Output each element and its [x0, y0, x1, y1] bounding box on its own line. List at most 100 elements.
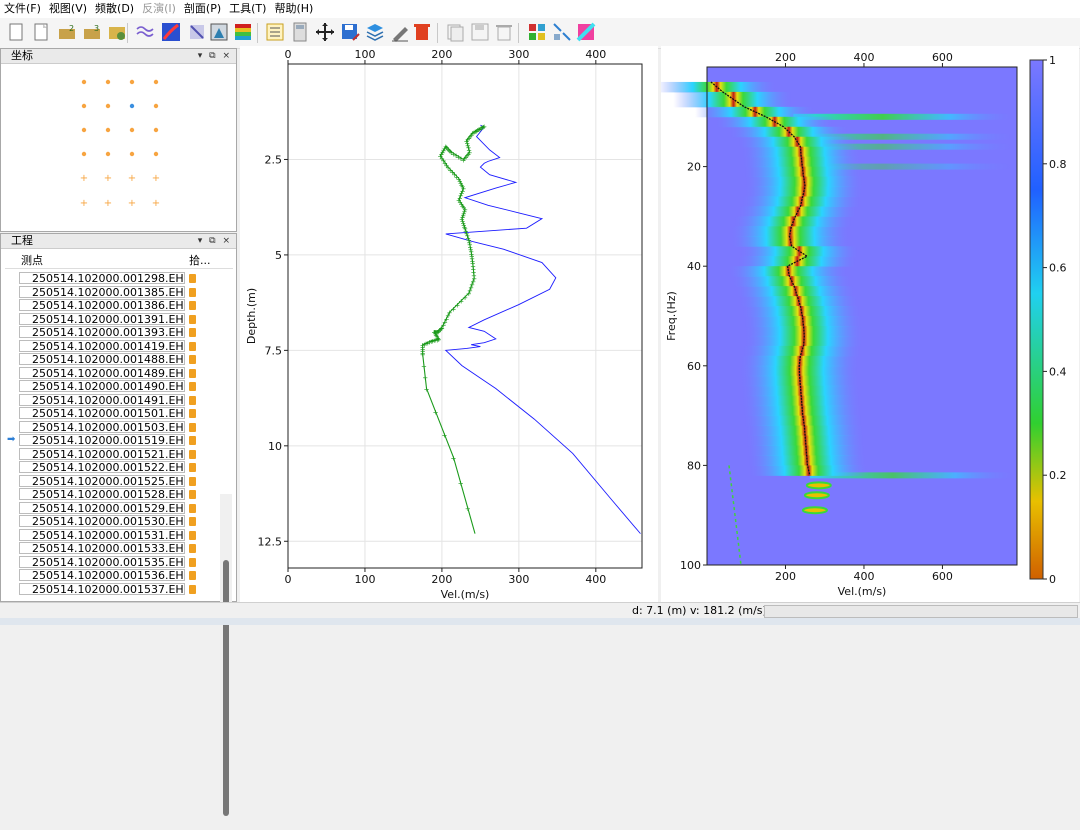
list-view-icon[interactable]	[264, 21, 286, 43]
station-name[interactable]: 250514.102000.001386.EHZ	[19, 299, 185, 311]
station-dot-selected	[129, 103, 135, 109]
station-row[interactable]: 250514.102000.001529.EHZ	[5, 501, 219, 515]
menu-item[interactable]: 视图(V)	[45, 0, 91, 18]
station-row[interactable]: 250514.102000.001391.EHZ	[5, 312, 219, 326]
new-doc-icon[interactable]	[30, 21, 52, 43]
column-header-pick[interactable]: 拾...	[189, 254, 211, 268]
station-dot	[129, 127, 135, 133]
station-name[interactable]: 250514.102000.001393.EHZ	[19, 326, 185, 338]
station-name[interactable]: 250514.102000.001522.EHZ	[19, 461, 185, 473]
station-map: + + + + + + + +	[80, 79, 160, 209]
move-arrows-icon[interactable]	[314, 21, 336, 43]
station-name[interactable]: 250514.102000.001521.EHZ	[19, 447, 185, 460]
profile-point-marker: +	[442, 431, 448, 439]
station-row[interactable]: 250514.102000.001525.EHZ	[5, 474, 219, 488]
station-row[interactable]: 250514.102000.001536.EHZ	[5, 569, 219, 582]
station-name[interactable]: 250514.102000.001525.EHZ	[19, 474, 185, 487]
station-row[interactable]: 250514.102000.001531.EHZ	[5, 528, 219, 542]
menu-item[interactable]: 频散(D)	[91, 0, 138, 18]
trash-disabled-icon[interactable]	[493, 21, 515, 43]
panel-controls[interactable]: ▾ ⧉ ×	[198, 49, 232, 63]
station-row[interactable]: 250514.102000.001298.EHZ	[5, 272, 219, 285]
open-3-icon[interactable]: 3	[81, 21, 103, 43]
station-row[interactable]: 250514.102000.001528.EHZ	[5, 488, 219, 501]
menu-item[interactable]: 帮助(H)	[270, 0, 317, 18]
dispersion-color-icon[interactable]	[160, 21, 182, 43]
station-name[interactable]: 250514.102000.001490.EHZ	[19, 380, 185, 392]
color-palette-icon[interactable]	[575, 21, 597, 43]
pick-status-icon	[189, 314, 196, 324]
station-row[interactable]: 250514.102000.001537.EHZ	[5, 582, 219, 596]
station-name[interactable]: 250514.102000.001528.EHZ	[19, 488, 185, 500]
layers-icon[interactable]	[364, 21, 386, 43]
list-header: 测点 拾...	[5, 254, 233, 269]
station-name[interactable]: 250514.102000.001501.EHZ	[19, 407, 185, 419]
calculator-icon[interactable]	[289, 21, 311, 43]
station-row[interactable]: 250514.102000.001533.EHZ	[5, 542, 219, 555]
book-icon[interactable]	[186, 21, 208, 43]
station-row[interactable]: 250514.102000.001522.EHZ	[5, 461, 219, 474]
pen-icon[interactable]	[389, 21, 411, 43]
energy-spot	[803, 491, 830, 500]
station-row[interactable]: 250514.102000.001386.EHZ	[5, 299, 219, 312]
open-2-icon[interactable]: 2	[56, 21, 78, 43]
profile-point-marker: +	[465, 505, 471, 513]
station-name[interactable]: 250514.102000.001489.EHZ	[19, 366, 185, 379]
folder-refresh-icon[interactable]	[106, 21, 128, 43]
station-row[interactable]: ➡ 250514.102000.001519.EHZ	[5, 434, 219, 447]
station-name[interactable]: 250514.102000.001488.EHZ	[19, 353, 185, 365]
station-row[interactable]: 250514.102000.001521.EHZ	[5, 447, 219, 461]
gradient-icon[interactable]	[232, 21, 254, 43]
station-name[interactable]: 250514.102000.001529.EHZ	[19, 501, 185, 514]
station-name[interactable]: 250514.102000.001503.EHZ	[19, 420, 185, 433]
copy-disabled-icon[interactable]	[444, 21, 466, 43]
station-name[interactable]: 250514.102000.001533.EHZ	[19, 542, 185, 554]
grid-color-icon[interactable]	[526, 21, 548, 43]
station-name[interactable]: 250514.102000.001537.EHZ	[19, 582, 185, 595]
station-name[interactable]: 250514.102000.001536.EHZ	[19, 569, 185, 581]
station-name[interactable]: 250514.102000.001298.EHZ	[19, 272, 185, 284]
image-frame-icon[interactable]	[208, 21, 230, 43]
y-axis-label: Freq.(Hz)	[665, 291, 678, 341]
panel-controls[interactable]: ▾ ⧉ ×	[198, 234, 232, 248]
station-row[interactable]: 250514.102000.001535.EHZ	[5, 555, 219, 569]
station-row[interactable]: 250514.102000.001491.EHZ	[5, 393, 219, 407]
new-file-icon[interactable]	[5, 21, 27, 43]
expand-arrows-icon[interactable]	[551, 21, 573, 43]
station-row[interactable]: 250514.102000.001530.EHZ	[5, 515, 219, 528]
station-row[interactable]: 250514.102000.001503.EHZ	[5, 420, 219, 434]
station-name[interactable]: 250514.102000.001531.EHZ	[19, 528, 185, 541]
station-row[interactable]: 250514.102000.001488.EHZ	[5, 353, 219, 366]
pick-status-icon	[189, 301, 196, 310]
colorbar-tick-label: 1	[1049, 54, 1056, 67]
station-row[interactable]: 250514.102000.001393.EHZ	[5, 326, 219, 339]
station-dot	[81, 151, 87, 157]
menu-item[interactable]: 剖面(P)	[180, 0, 225, 18]
save-edit-icon[interactable]	[339, 21, 361, 43]
station-row[interactable]: 250514.102000.001489.EHZ	[5, 366, 219, 380]
delete-icon[interactable]	[411, 21, 433, 43]
station-row[interactable]: 250514.102000.001385.EHZ	[5, 285, 219, 299]
station-name[interactable]: 250514.102000.001491.EHZ	[19, 393, 185, 406]
scrollbar-thumb[interactable]	[223, 560, 229, 816]
station-name[interactable]: 250514.102000.001519.EHZ	[19, 434, 185, 446]
station-name[interactable]: 250514.102000.001391.EHZ	[19, 312, 185, 325]
station-row[interactable]: 250514.102000.001501.EHZ	[5, 407, 219, 420]
menu-item[interactable]: 反演(I)	[138, 0, 180, 18]
station-name[interactable]: 250514.102000.001535.EHZ	[19, 555, 185, 568]
colorbar-tick-label: 0.2	[1049, 469, 1067, 482]
station-name[interactable]: 250514.102000.001385.EHZ	[19, 285, 185, 298]
dispersion-ridge-segment	[661, 81, 777, 93]
menu-item[interactable]: 文件(F)	[0, 0, 45, 18]
x-tick-label-top: 300	[508, 48, 529, 61]
station-name[interactable]: 250514.102000.001419.EHZ	[19, 339, 185, 352]
station-row[interactable]: 250514.102000.001419.EHZ	[5, 339, 219, 353]
y-tick-label: 5	[275, 249, 282, 262]
pick-status-icon	[189, 490, 196, 499]
waves-icon[interactable]	[134, 21, 156, 43]
column-header-point[interactable]: 测点	[21, 254, 43, 268]
station-name[interactable]: 250514.102000.001530.EHZ	[19, 515, 185, 527]
menu-item[interactable]: 工具(T)	[225, 0, 270, 18]
save-disabled-icon[interactable]	[469, 21, 491, 43]
station-row[interactable]: 250514.102000.001490.EHZ	[5, 380, 219, 393]
